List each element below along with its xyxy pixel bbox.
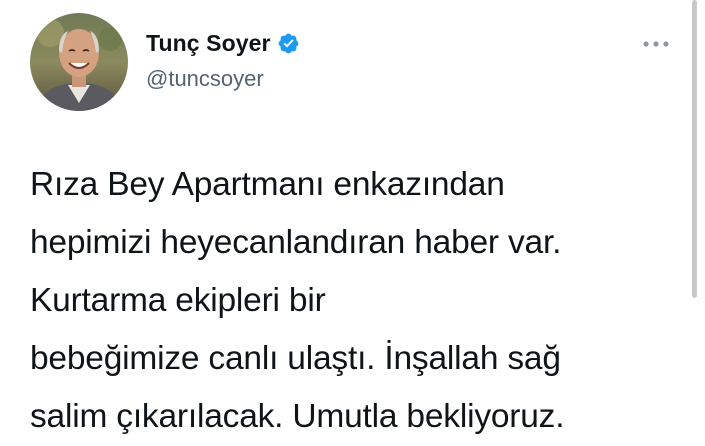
tweet[interactable]: Tunç Soyer @tuncsoyer Rıza Bey Apartmanı… <box>0 0 705 435</box>
more-options-button[interactable] <box>638 30 674 58</box>
avatar[interactable] <box>30 13 128 111</box>
author-display-name: Tunç Soyer <box>146 30 271 56</box>
tweet-text-line: Rıza Bey Apartmanı enkazından <box>30 166 505 203</box>
author-name[interactable]: Tunç Soyer <box>146 30 300 57</box>
author-handle[interactable]: @tuncsoyer <box>146 66 264 92</box>
tweet-text: Rıza Bey Apartmanı enkazından hepimizi h… <box>30 156 680 446</box>
profile-photo-icon <box>30 13 128 111</box>
verified-badge-icon <box>277 32 300 55</box>
tweet-text-line: bebeğimize canlı ulaştı. İnşallah sağ <box>30 340 561 377</box>
tweet-text-line: hepimizi heyecanlandıran haber var. <box>30 224 562 261</box>
more-horizontal-icon <box>643 41 669 47</box>
scrollbar[interactable] <box>692 0 697 298</box>
tweet-text-line: Kurtarma ekipleri bir <box>30 282 326 319</box>
tweet-text-line: salim çıkarılacak. Umutla bekliyoruz. <box>30 398 565 435</box>
